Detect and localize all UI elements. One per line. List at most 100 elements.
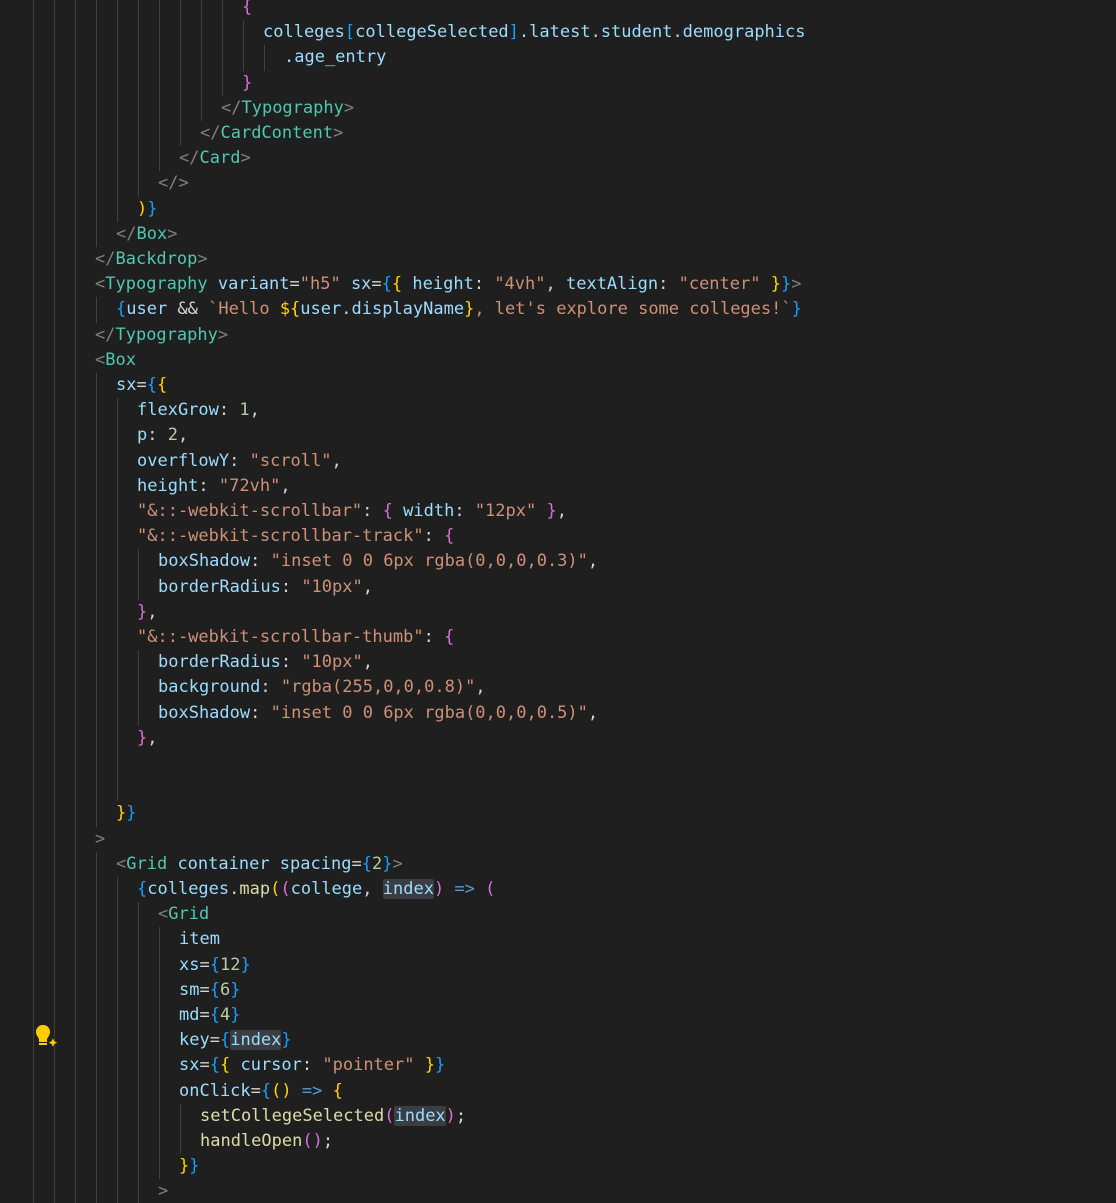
code-token: "h5" [299, 274, 341, 295]
code-line[interactable]: } [242, 71, 252, 96]
code-line[interactable]: borderRadius: "10px", [158, 650, 373, 675]
code-line[interactable]: p: 2, [137, 423, 188, 448]
code-line[interactable]: sx={{ cursor: "pointer" }} [179, 1053, 445, 1078]
code-line[interactable]: }, [137, 600, 158, 625]
code-token: : [198, 475, 219, 496]
code-token: variant [207, 274, 290, 295]
code-line[interactable]: height: "72vh", [137, 474, 291, 499]
code-token: Typography [241, 97, 344, 118]
code-token: Typography [105, 274, 208, 295]
code-line[interactable]: "&::-webkit-scrollbar": { width: "12px" … [137, 499, 567, 524]
code-token: , [177, 425, 189, 446]
code-line[interactable]: "&::-webkit-scrollbar-track": { [137, 524, 454, 549]
code-line[interactable]: </Typography> [221, 96, 354, 121]
code-line[interactable]: <Grid container spacing={2}> [116, 852, 403, 877]
code-token: } [424, 1055, 435, 1076]
code-token: ( [485, 879, 496, 899]
indent-guide [75, 0, 76, 1203]
code-token: handleOpen [200, 1131, 303, 1151]
code-token: , [147, 727, 158, 748]
code-line[interactable]: setCollegeSelected(index); [200, 1104, 466, 1129]
code-line[interactable]: <Typography variant="h5" sx={{ height: "… [95, 272, 801, 297]
code-line[interactable]: <Box [95, 348, 136, 373]
code-token: : [229, 450, 250, 471]
code-token: background [158, 677, 261, 698]
indent-guide [159, 0, 160, 172]
code-line[interactable]: key={index} [179, 1028, 292, 1053]
code-line[interactable]: "&::-webkit-scrollbar-thumb": { [137, 625, 454, 650]
code-token: } [791, 299, 802, 320]
code-token: borderRadius [158, 652, 281, 673]
code-token: { [382, 501, 393, 521]
code-token: } [242, 72, 253, 93]
code-token: CardContent [220, 123, 334, 143]
code-line[interactable]: boxShadow: "inset 0 0 6px rgba(0,0,0,0.5… [158, 701, 598, 726]
code-token: } [240, 954, 251, 975]
code-line[interactable]: {colleges.map((college, index) => ( [137, 877, 495, 902]
code-line[interactable]: )} [137, 197, 158, 222]
code-token: => [444, 879, 486, 899]
code-line[interactable]: xs={12} [179, 953, 251, 978]
code-line[interactable]: </> [158, 171, 189, 196]
code-token: , [249, 400, 260, 421]
code-line[interactable]: .age_entry [284, 45, 386, 70]
code-token: sm [179, 979, 200, 1000]
code-token: onClick [179, 1080, 251, 1101]
code-token: > [333, 123, 344, 143]
code-token: > [791, 274, 802, 295]
code-line[interactable]: </Box> [116, 222, 177, 247]
code-line[interactable]: > [158, 1179, 168, 1203]
indent-guide [264, 45, 265, 71]
code-line[interactable]: </Backdrop> [95, 247, 208, 272]
code-line[interactable]: item [179, 927, 220, 952]
code-token: { [209, 1005, 220, 1025]
code-line[interactable]: </CardContent> [200, 121, 343, 146]
code-token: = [351, 853, 362, 874]
code-token: { [444, 627, 455, 647]
code-token: < [116, 853, 127, 874]
code-token: Card [199, 148, 241, 169]
code-token: } [179, 1156, 190, 1177]
lightbulb-autofix-icon[interactable] [34, 1023, 62, 1049]
code-line[interactable]: overflowY: "scroll", [137, 449, 342, 474]
code-token: Box [105, 349, 136, 370]
code-line[interactable]: colleges[collegeSelected].latest.student… [263, 20, 806, 45]
code-token: { [242, 0, 253, 17]
code-line[interactable]: flexGrow: 1, [137, 398, 260, 423]
code-line[interactable]: md={4} [179, 1003, 240, 1028]
editor-gutter [0, 0, 32, 1203]
code-line[interactable]: boxShadow: "inset 0 0 6px rgba(0,0,0,0.3… [158, 549, 598, 574]
code-editor[interactable]: { colleges[collegeSelected].latest.studen… [0, 0, 1116, 1203]
code-line[interactable]: background: "rgba(255,0,0,0.8)", [158, 675, 486, 700]
code-token: container [167, 853, 270, 874]
code-token: > [158, 1181, 169, 1202]
code-token: width [392, 501, 455, 521]
code-line[interactable]: {user && `Hello ${user.displayName}, let… [116, 297, 802, 322]
code-line[interactable]: borderRadius: "10px", [158, 575, 373, 600]
code-line[interactable]: > [95, 827, 105, 852]
code-token: } [770, 274, 781, 295]
code-line[interactable]: </Typography> [95, 323, 228, 348]
code-token: "pointer" [322, 1055, 415, 1076]
code-line[interactable]: <Grid [158, 902, 209, 927]
code-token: ) [445, 1105, 456, 1126]
code-line[interactable]: }} [179, 1154, 200, 1179]
code-token: = [289, 274, 300, 295]
code-line[interactable]: onClick={() => { [179, 1079, 343, 1104]
code-token: } [435, 1055, 446, 1076]
code-token: { [391, 274, 403, 295]
code-token: < [158, 904, 169, 925]
code-token: } [137, 601, 148, 622]
code-line[interactable]: }, [137, 726, 158, 751]
code-line[interactable]: sm={6} [179, 978, 240, 1003]
code-token: user [126, 299, 168, 320]
code-line[interactable]: </Card> [179, 146, 251, 171]
code-line[interactable]: sx={{ [116, 373, 167, 398]
code-line[interactable]: handleOpen(); [200, 1129, 333, 1154]
code-token: } [137, 727, 148, 748]
code-token: cursor [230, 1055, 302, 1076]
indent-guide [180, 1103, 181, 1155]
code-line[interactable]: { [242, 0, 252, 20]
code-token: index [394, 1105, 446, 1126]
code-line[interactable]: }} [116, 801, 137, 826]
